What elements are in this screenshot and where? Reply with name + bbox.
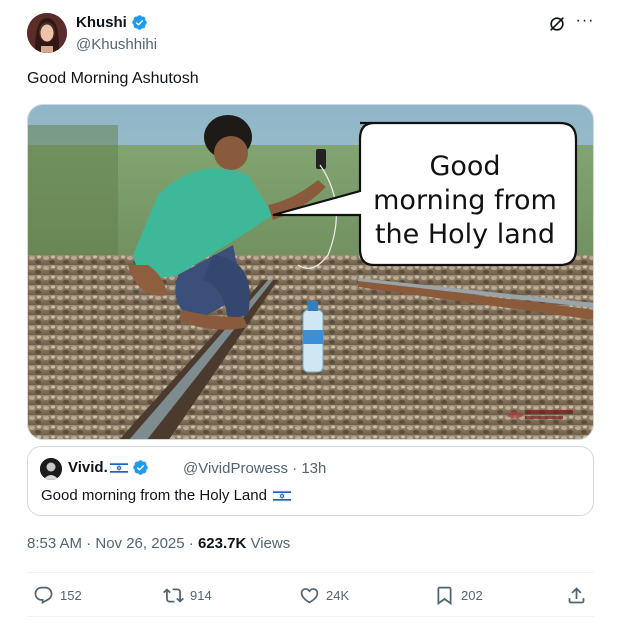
repost-count: 914 xyxy=(190,587,212,603)
repost-icon xyxy=(163,587,184,603)
like-button[interactable]: 24K xyxy=(299,584,349,606)
tweet-text: Good Morning Ashutosh xyxy=(27,70,199,87)
tweet-image[interactable]: Good morning from the Holy land xyxy=(27,104,594,440)
views-count: 623.7K xyxy=(197,535,247,552)
bubble-line-1: Good xyxy=(429,151,500,182)
bookmark-button[interactable]: 202 xyxy=(434,584,483,606)
author-handle[interactable]: @Khushhihi xyxy=(76,36,157,53)
quote-handle[interactable]: @VividProwess xyxy=(183,460,288,477)
verified-badge-icon xyxy=(132,15,147,30)
bubble-line-3: the Holy land xyxy=(375,219,555,250)
reply-icon xyxy=(34,586,53,604)
views-label: Views xyxy=(250,535,291,552)
divider xyxy=(27,616,594,617)
reply-button[interactable]: 152 xyxy=(33,584,82,606)
quote-text-content: Good morning from the Holy Land xyxy=(41,487,267,504)
bubble-line-2: morning from xyxy=(373,185,557,216)
author-name[interactable]: Khushi xyxy=(76,14,148,31)
quote-avatar[interactable] xyxy=(40,458,62,480)
quoted-tweet[interactable]: Vivid. @VividProwess · 13h Good morning … xyxy=(27,446,594,516)
more-icon[interactable]: ··· xyxy=(574,13,596,33)
quote-time[interactable]: · 13h xyxy=(292,460,326,477)
quote-name-text[interactable]: Vivid. xyxy=(68,459,108,476)
bookmark-icon xyxy=(437,586,452,605)
grok-icon[interactable] xyxy=(548,15,566,33)
author-avatar[interactable] xyxy=(27,13,67,53)
reply-count: 152 xyxy=(60,587,82,603)
tweet-timestamp-row: 8:53 AM · Nov 26, 2025 · 623.7K Views xyxy=(27,535,290,552)
israel-flag-icon xyxy=(109,461,128,474)
repost-button[interactable]: 914 xyxy=(163,584,212,606)
tweet: Khushi @Khushhihi ··· Good Morning Ashut… xyxy=(0,0,622,630)
author-name-text[interactable]: Khushi xyxy=(76,14,127,31)
quote-meta: @VividProwess · 13h xyxy=(183,460,326,477)
tweet-timestamp[interactable]: 8:53 AM · Nov 26, 2025 · xyxy=(27,535,194,552)
share-button[interactable] xyxy=(566,584,593,606)
heart-icon xyxy=(300,587,319,604)
bookmark-count: 202 xyxy=(461,587,483,603)
israel-flag-icon xyxy=(272,489,291,502)
quote-verified-badge-icon xyxy=(132,460,148,475)
like-count: 24K xyxy=(326,587,350,603)
divider xyxy=(27,572,594,573)
quote-text: Good morning from the Holy Land xyxy=(41,487,291,504)
quote-author-name[interactable]: Vivid. xyxy=(68,459,149,476)
share-icon xyxy=(568,586,585,603)
